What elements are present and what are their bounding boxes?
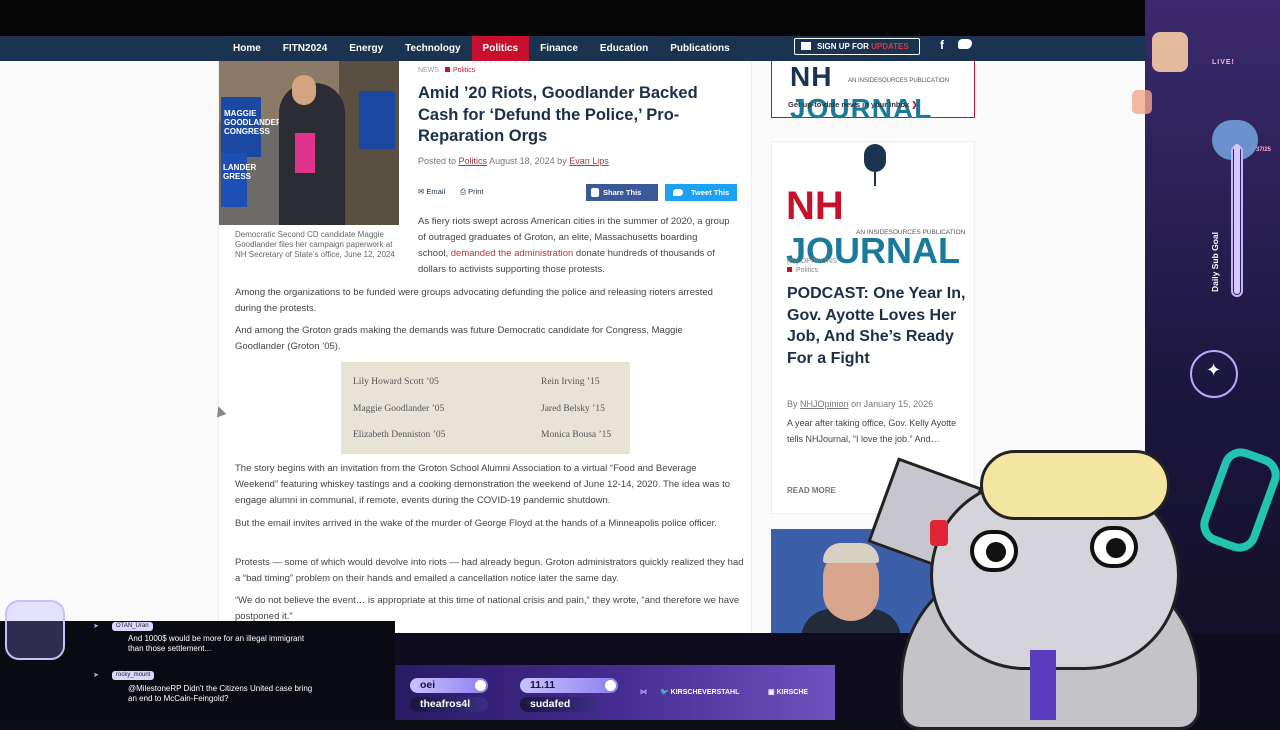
- stream-top-bar: [0, 0, 1280, 36]
- email-link[interactable]: ✉ Email: [418, 187, 445, 196]
- web-page: MAGGIE GOODLANDER CONGRESS LANDER GRESS …: [0, 61, 1280, 633]
- name-item: Elizabeth Denniston ’05: [353, 430, 446, 440]
- lantern-decoration: [1152, 32, 1188, 72]
- chevron-right-icon: ❯: [911, 100, 918, 109]
- facebook-share-button[interactable]: Share This: [586, 184, 658, 201]
- nav-publications[interactable]: Publications: [659, 36, 740, 61]
- paragraph: As fiery riots swept across American cit…: [418, 216, 730, 275]
- campaign-sign: LANDER GRESS: [221, 153, 256, 207]
- category-square-icon: [445, 67, 450, 72]
- name-item: Rein Irving ’15: [541, 377, 600, 387]
- paragraph: The story begins with an invitation from…: [235, 463, 731, 506]
- name-item: Lily Howard Scott ’05: [353, 377, 439, 387]
- name-item: Maggie Goodlander ’05: [353, 404, 445, 414]
- ad-tagline: Get up-to-date news in your inbox ❯: [788, 100, 918, 109]
- category-square-icon: [787, 267, 792, 272]
- live-indicator: LIVE!: [1212, 59, 1235, 66]
- article-headline: Amid ’20 Riots, Goodlander Backed Cash f…: [418, 84, 698, 145]
- sidebar-article-card: NH JOURNAL AN INSIDESOURCES PUBLICATION …: [771, 141, 975, 514]
- twitter-icon: [673, 189, 683, 196]
- card-category[interactable]: Politics: [787, 267, 818, 274]
- paragraph: Among the organizations to be funded wer…: [235, 287, 713, 314]
- photo-caption: Democratic Second CD candidate Maggie Go…: [235, 230, 395, 259]
- mail-icon: [801, 42, 811, 50]
- campaign-sign: MAGGIE GOODLANDER CONGRESS: [221, 97, 282, 157]
- site-nav: Home FITN2024 Energy Technology Politics…: [0, 36, 1280, 61]
- tweet-button[interactable]: Tweet This: [665, 184, 737, 201]
- article-photo: MAGGIE GOODLANDER CONGRESS LANDER GRESS: [219, 61, 399, 225]
- card-byline: By NHJOpinion on January 15, 2026: [787, 399, 934, 409]
- chat-handle: ▣ KIRSCHE: [768, 689, 809, 696]
- article-byline: Posted to Politics August 18, 2024 by Ev…: [418, 156, 609, 166]
- chat-arrow-icon: ➤: [93, 672, 99, 679]
- paragraph: And among the Groton grads making the de…: [235, 325, 683, 352]
- user-pill: oei: [410, 678, 488, 693]
- print-link[interactable]: ⎙ Print: [460, 187, 484, 197]
- sub-goal-count: 37/25: [1256, 147, 1272, 153]
- user-pill: sudafed: [520, 697, 598, 712]
- card-kicker: [IS] OPINIONS: [787, 256, 838, 265]
- newsletter-ad[interactable]: NH JOURNAL AN INSIDESOURCES PUBLICATION …: [771, 61, 975, 124]
- article-kicker: NEWS Politics: [418, 67, 476, 74]
- microphone-icon: [844, 142, 906, 187]
- lantern-decoration: [1132, 90, 1152, 114]
- chat-mascot-icon: [5, 600, 65, 660]
- facebook-icon[interactable]: f: [940, 38, 944, 52]
- star-icon: ✦: [1206, 360, 1222, 380]
- name-item: Jared Belsky ’15: [541, 404, 605, 414]
- facebook-icon: [591, 188, 599, 197]
- chat-message: And 1000$ would be more for an illegal i…: [128, 634, 305, 653]
- user-pill: 11.11: [520, 678, 618, 693]
- kicker-category-link[interactable]: Politics: [453, 67, 475, 74]
- byline-category-link[interactable]: Politics: [459, 156, 488, 166]
- signup-label: SIGN UP FOR: [817, 42, 869, 51]
- byline-author-link[interactable]: Evan Lips: [569, 156, 609, 166]
- chat-username: rocky_mount: [112, 671, 155, 680]
- article-link[interactable]: demanded the administration: [451, 248, 574, 259]
- nav-energy[interactable]: Energy: [338, 36, 394, 61]
- nav-education[interactable]: Education: [589, 36, 659, 61]
- nav-finance[interactable]: Finance: [529, 36, 589, 61]
- sub-goal-label: Daily Sub Goal: [1210, 232, 1220, 292]
- sub-goal-progress-bar: [1231, 144, 1243, 297]
- names-list-image: Lily Howard Scott ’05 Rein Irving ’15 Ma…: [341, 362, 630, 454]
- share-icon: ⋈: [640, 689, 647, 696]
- twitter-handle: 🐦 KIRSCHEVERSTAHL: [660, 689, 740, 696]
- user-pill: theafros4l: [410, 697, 488, 712]
- name-item: Monica Bousa ’15: [541, 430, 612, 440]
- nav-technology[interactable]: Technology: [394, 36, 471, 61]
- chat-arrow-icon: ➤: [93, 623, 99, 630]
- signup-highlight: UPDATES: [871, 42, 909, 51]
- sidebar-article-image[interactable]: [771, 529, 975, 633]
- nav-politics[interactable]: Politics: [471, 36, 530, 61]
- nhjournal-logo: NH JOURNAL: [790, 61, 933, 124]
- chat-message: @MilestoneRP Didn't the Citizens United …: [128, 684, 313, 703]
- campaign-sign: [359, 91, 395, 149]
- read-more-link[interactable]: READ MORE: [787, 486, 836, 495]
- card-author-link[interactable]: NHJOpinion: [800, 399, 849, 409]
- chat-username: OTAN_Uran: [112, 622, 153, 631]
- nav-home[interactable]: Home: [222, 36, 272, 61]
- star-ring-decoration: ✦: [1190, 350, 1238, 398]
- nav-fitn2024[interactable]: FITN2024: [272, 36, 338, 61]
- article: MAGGIE GOODLANDER CONGRESS LANDER GRESS …: [218, 61, 752, 633]
- paragraph: But the email invites arrived in the wak…: [235, 518, 717, 529]
- signup-updates-button[interactable]: SIGN UP FOR UPDATES: [794, 38, 920, 55]
- twitter-icon[interactable]: [958, 39, 972, 49]
- card-excerpt: A year after taking office, Gov. Kelly A…: [787, 418, 957, 444]
- card-title-link[interactable]: PODCAST: One Year In, Gov. Ayotte Loves …: [787, 283, 967, 369]
- stream-overlay-panel: [1145, 0, 1280, 633]
- paragraph: Protests — some of which would devolve i…: [235, 557, 744, 584]
